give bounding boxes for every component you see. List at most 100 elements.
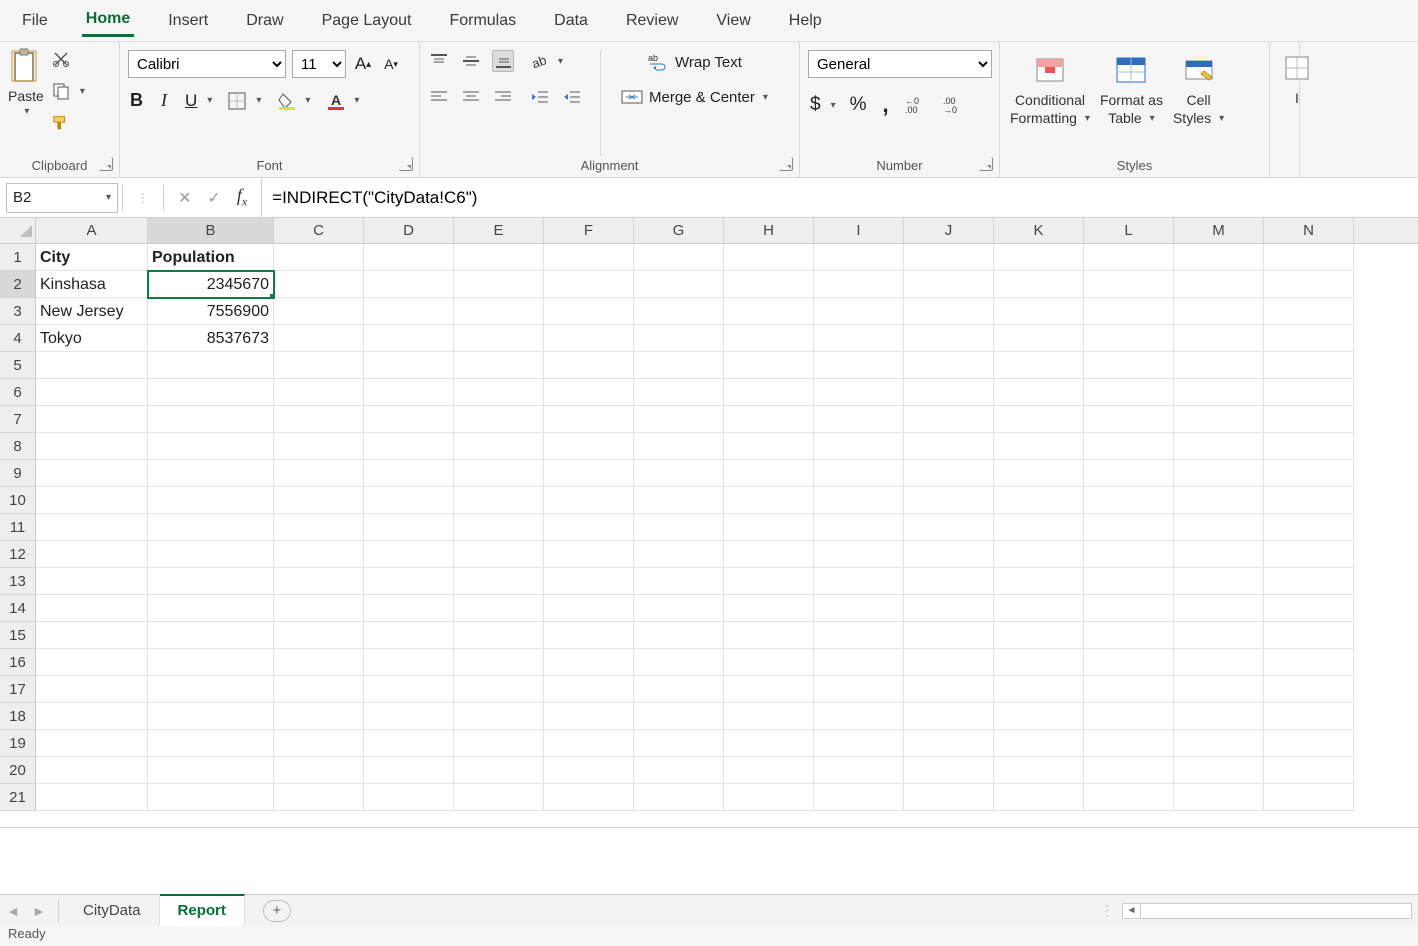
cell-B12[interactable] xyxy=(148,541,274,568)
tab-review[interactable]: Review xyxy=(622,6,682,36)
cell-K20[interactable] xyxy=(994,757,1084,784)
insert-cells-button[interactable]: I xyxy=(1278,46,1316,108)
percent-button[interactable]: % xyxy=(848,92,869,118)
font-color-button[interactable]: A xyxy=(324,90,346,112)
cell-E21[interactable] xyxy=(454,784,544,811)
cell-C16[interactable] xyxy=(274,649,364,676)
cell-F16[interactable] xyxy=(544,649,634,676)
row-header-6[interactable]: 6 xyxy=(0,379,35,406)
cell-J5[interactable] xyxy=(904,352,994,379)
formula-input[interactable] xyxy=(261,178,1418,217)
cell-E12[interactable] xyxy=(454,541,544,568)
align-right-button[interactable] xyxy=(492,86,514,108)
sheet-tab-citydata[interactable]: CityData xyxy=(65,896,160,925)
cell-L4[interactable] xyxy=(1084,325,1174,352)
cell-E9[interactable] xyxy=(454,460,544,487)
cell-K1[interactable] xyxy=(994,244,1084,271)
cell-G3[interactable] xyxy=(634,298,724,325)
merge-center-button[interactable]: Merge & Center ▾ xyxy=(619,86,770,108)
cell-E5[interactable] xyxy=(454,352,544,379)
cell-D3[interactable] xyxy=(364,298,454,325)
cell-G4[interactable] xyxy=(634,325,724,352)
row-header-4[interactable]: 4 xyxy=(0,325,35,352)
cell-G16[interactable] xyxy=(634,649,724,676)
cell-N3[interactable] xyxy=(1264,298,1354,325)
cell-I20[interactable] xyxy=(814,757,904,784)
cell-C2[interactable] xyxy=(274,271,364,298)
cell-N21[interactable] xyxy=(1264,784,1354,811)
cell-A18[interactable] xyxy=(36,703,148,730)
cell-B17[interactable] xyxy=(148,676,274,703)
cell-E19[interactable] xyxy=(454,730,544,757)
cell-M1[interactable] xyxy=(1174,244,1264,271)
cell-H8[interactable] xyxy=(724,433,814,460)
cell-F2[interactable] xyxy=(544,271,634,298)
chevron-down-icon[interactable]: ▾ xyxy=(106,192,111,203)
cell-K13[interactable] xyxy=(994,568,1084,595)
chevron-down-icon[interactable]: ▾ xyxy=(256,95,261,106)
cell-B19[interactable] xyxy=(148,730,274,757)
cell-D1[interactable] xyxy=(364,244,454,271)
cell-D10[interactable] xyxy=(364,487,454,514)
cell-N10[interactable] xyxy=(1264,487,1354,514)
cell-N18[interactable] xyxy=(1264,703,1354,730)
cell-A2[interactable]: Kinshasa xyxy=(36,271,148,298)
cell-J7[interactable] xyxy=(904,406,994,433)
cell-A20[interactable] xyxy=(36,757,148,784)
cell-N4[interactable] xyxy=(1264,325,1354,352)
cancel-icon[interactable]: ✕ xyxy=(178,188,191,208)
copy-button[interactable] xyxy=(50,80,72,102)
cell-I6[interactable] xyxy=(814,379,904,406)
cell-E8[interactable] xyxy=(454,433,544,460)
cell-M2[interactable] xyxy=(1174,271,1264,298)
chevron-down-icon[interactable]: ▾ xyxy=(831,100,836,111)
cell-I2[interactable] xyxy=(814,271,904,298)
cell-A5[interactable] xyxy=(36,352,148,379)
cell-K15[interactable] xyxy=(994,622,1084,649)
cell-J11[interactable] xyxy=(904,514,994,541)
cell-K10[interactable] xyxy=(994,487,1084,514)
horizontal-scrollbar[interactable]: ◄ xyxy=(1122,903,1412,919)
spreadsheet-grid[interactable]: ABCDEFGHIJKLMN 1234567891011121314151617… xyxy=(0,218,1418,828)
row-header-10[interactable]: 10 xyxy=(0,487,35,514)
cell-D12[interactable] xyxy=(364,541,454,568)
cell-A16[interactable] xyxy=(36,649,148,676)
cell-K21[interactable] xyxy=(994,784,1084,811)
cell-E11[interactable] xyxy=(454,514,544,541)
cell-D18[interactable] xyxy=(364,703,454,730)
cell-H2[interactable] xyxy=(724,271,814,298)
cell-B11[interactable] xyxy=(148,514,274,541)
cell-A6[interactable] xyxy=(36,379,148,406)
cell-N8[interactable] xyxy=(1264,433,1354,460)
cell-A4[interactable]: Tokyo xyxy=(36,325,148,352)
cell-A3[interactable]: New Jersey xyxy=(36,298,148,325)
cell-I7[interactable] xyxy=(814,406,904,433)
cell-H7[interactable] xyxy=(724,406,814,433)
cell-I15[interactable] xyxy=(814,622,904,649)
borders-button[interactable] xyxy=(226,90,248,112)
cell-L21[interactable] xyxy=(1084,784,1174,811)
row-header-5[interactable]: 5 xyxy=(0,352,35,379)
cell-G17[interactable] xyxy=(634,676,724,703)
more-icon[interactable]: ⋮ xyxy=(137,191,149,205)
cell-K18[interactable] xyxy=(994,703,1084,730)
cell-D4[interactable] xyxy=(364,325,454,352)
cell-L15[interactable] xyxy=(1084,622,1174,649)
column-header-B[interactable]: B xyxy=(148,218,274,243)
cell-E17[interactable] xyxy=(454,676,544,703)
cell-B2[interactable]: 2345670 xyxy=(148,271,274,298)
cell-E18[interactable] xyxy=(454,703,544,730)
row-header-1[interactable]: 1 xyxy=(0,244,35,271)
decrease-decimal-button[interactable]: .00→0 xyxy=(941,94,967,116)
cell-E10[interactable] xyxy=(454,487,544,514)
cell-D8[interactable] xyxy=(364,433,454,460)
cell-K17[interactable] xyxy=(994,676,1084,703)
row-header-17[interactable]: 17 xyxy=(0,676,35,703)
cell-G8[interactable] xyxy=(634,433,724,460)
cell-D2[interactable] xyxy=(364,271,454,298)
cell-M10[interactable] xyxy=(1174,487,1264,514)
row-header-9[interactable]: 9 xyxy=(0,460,35,487)
number-launcher[interactable] xyxy=(979,157,993,171)
tab-insert[interactable]: Insert xyxy=(164,6,212,36)
cell-M13[interactable] xyxy=(1174,568,1264,595)
